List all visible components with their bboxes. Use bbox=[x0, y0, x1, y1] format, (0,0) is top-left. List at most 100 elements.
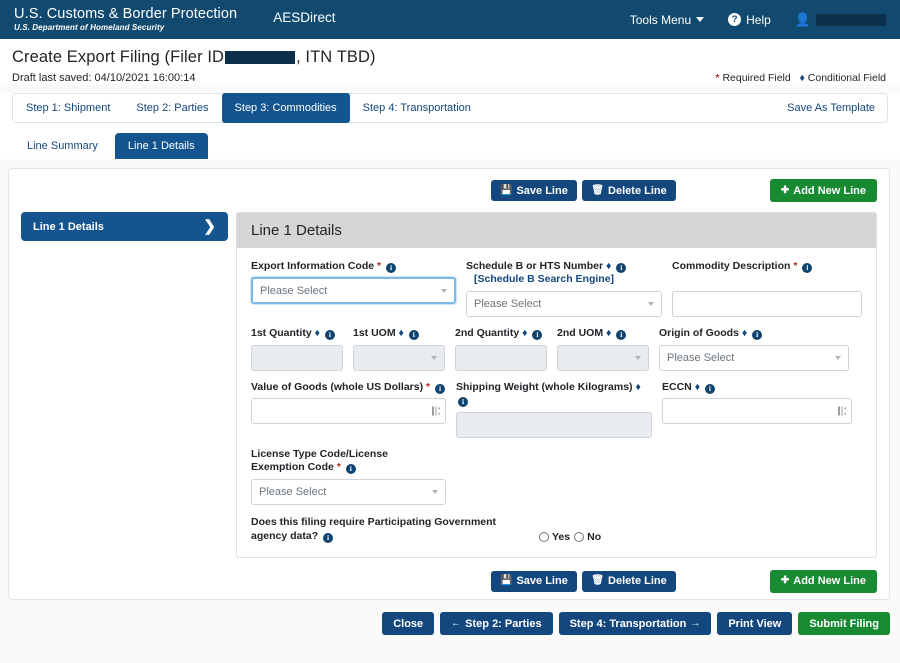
first-uom-label-text: 1st UOM bbox=[353, 327, 396, 339]
close-label: Close bbox=[393, 618, 423, 630]
pga-question-label: Does this filing require Participating G… bbox=[251, 515, 531, 543]
second-quantity-field[interactable] bbox=[455, 345, 547, 371]
line-nav-sidebar: Line 1 Details ❯ bbox=[21, 212, 236, 558]
origin-of-goods-label: Origin of Goods ♦ i bbox=[659, 327, 849, 340]
add-new-line-button-bottom[interactable]: ✚ Add New Line bbox=[770, 570, 877, 593]
tab-step-4-transportation[interactable]: Step 4: Transportation bbox=[350, 94, 484, 122]
value-of-goods-input[interactable] bbox=[259, 405, 438, 417]
subtab-line-summary[interactable]: Line Summary bbox=[14, 133, 111, 159]
eccn-input[interactable] bbox=[670, 405, 844, 417]
print-view-label: Print View bbox=[728, 618, 781, 630]
step-tabbar-wrap: Step 1: Shipment Step 2: Parties Step 3:… bbox=[0, 93, 900, 123]
license-type-code-select[interactable]: Please Select bbox=[251, 479, 446, 505]
second-uom-marker: ♦ bbox=[606, 327, 611, 339]
delete-line-button-bottom[interactable]: 🗑 Delete Line bbox=[582, 571, 675, 592]
user-account-button[interactable]: 👤 bbox=[795, 12, 886, 28]
info-icon[interactable]: i bbox=[409, 330, 419, 340]
field-legend: * Required Field ♦ Conditional Field bbox=[715, 72, 886, 84]
commodity-description-label-text: Commodity Description bbox=[672, 260, 790, 272]
eccn-label: ECCN ♦ i bbox=[662, 381, 852, 394]
value-of-goods-field[interactable] bbox=[251, 398, 446, 424]
save-line-button-top[interactable]: 💾 Save Line bbox=[491, 180, 577, 201]
line-actions-bottom: 💾 Save Line 🗑 Delete Line ✚ Add New Line bbox=[21, 570, 877, 593]
number-spinner-icon[interactable] bbox=[838, 406, 847, 417]
commodity-description-field[interactable] bbox=[672, 291, 862, 317]
origin-of-goods-select[interactable]: Please Select bbox=[659, 345, 849, 371]
schedule-b-label: Schedule B or HTS Number ♦ i [Schedule B… bbox=[466, 260, 662, 287]
tab-step-1-shipment[interactable]: Step 1: Shipment bbox=[13, 94, 123, 122]
page-title-suffix: , ITN TBD) bbox=[296, 48, 376, 66]
second-uom-label: 2nd UOM ♦ i bbox=[557, 327, 649, 340]
export-information-code-value: Please Select bbox=[260, 285, 327, 297]
eccn-field[interactable] bbox=[662, 398, 852, 424]
form-row-pga: Does this filing require Participating G… bbox=[251, 515, 862, 543]
radio-circle-icon bbox=[539, 532, 549, 542]
value-of-goods-label-text: Value of Goods (whole US Dollars) bbox=[251, 381, 423, 393]
info-icon[interactable]: i bbox=[458, 397, 468, 407]
commodity-line-card: 💾 Save Line 🗑 Delete Line ✚ Add New Line… bbox=[8, 168, 890, 600]
info-icon[interactable]: i bbox=[752, 330, 762, 340]
license-type-code-value: Please Select bbox=[259, 486, 326, 498]
chevron-down-icon bbox=[648, 302, 654, 306]
submit-filing-button[interactable]: Submit Filing bbox=[798, 612, 890, 635]
schedule-b-search-engine-link[interactable]: [Schedule B Search Engine] bbox=[466, 273, 662, 286]
chevron-down-icon bbox=[441, 289, 447, 293]
sidebar-item-line-1-details[interactable]: Line 1 Details ❯ bbox=[21, 212, 228, 241]
info-icon[interactable]: i bbox=[386, 263, 396, 273]
add-new-line-button-top[interactable]: ✚ Add New Line bbox=[770, 179, 877, 202]
question-mark-icon: ? bbox=[728, 13, 741, 26]
number-spinner-icon[interactable] bbox=[432, 406, 441, 417]
conditional-field-marker: ♦ bbox=[800, 72, 805, 84]
application-name: AESDirect bbox=[273, 10, 335, 25]
pga-radio-yes[interactable]: Yes bbox=[539, 531, 570, 543]
first-quantity-marker: ♦ bbox=[315, 327, 320, 339]
panel-form: Export Information Code * i Please Selec… bbox=[237, 248, 876, 557]
tools-menu-button[interactable]: Tools Menu bbox=[630, 13, 704, 27]
save-line-label-top: Save Line bbox=[516, 185, 567, 197]
info-icon[interactable]: i bbox=[346, 464, 356, 474]
form-row-1: Export Information Code * i Please Selec… bbox=[251, 260, 862, 317]
info-icon[interactable]: i bbox=[616, 263, 626, 273]
second-uom-select[interactable] bbox=[557, 345, 649, 371]
plus-icon: ✚ bbox=[781, 576, 789, 586]
help-button[interactable]: ? Help bbox=[728, 13, 771, 27]
commodity-subtabs: Line Summary Line 1 Details bbox=[0, 123, 900, 159]
field-first-uom: 1st UOM ♦ i bbox=[353, 327, 445, 370]
draft-saved-timestamp: Draft last saved: 04/10/2021 16:00:14 bbox=[12, 72, 195, 84]
shipping-weight-field[interactable] bbox=[456, 412, 652, 438]
panel-title: Line 1 Details bbox=[237, 213, 876, 248]
export-information-code-select[interactable]: Please Select bbox=[251, 277, 456, 304]
form-row-2: 1st Quantity ♦ i 1st UOM ♦ i bbox=[251, 327, 862, 370]
info-icon[interactable]: i bbox=[802, 263, 812, 273]
chevron-down-icon bbox=[696, 17, 704, 22]
export-information-code-label: Export Information Code * i bbox=[251, 260, 456, 273]
delete-line-button-top[interactable]: 🗑 Delete Line bbox=[582, 180, 675, 201]
first-quantity-field[interactable] bbox=[251, 345, 343, 371]
page-subheader-row: Draft last saved: 04/10/2021 16:00:14 * … bbox=[12, 72, 886, 84]
save-line-button-bottom[interactable]: 💾 Save Line bbox=[491, 571, 577, 592]
previous-step-button[interactable]: ← Step 2: Parties bbox=[440, 612, 552, 635]
next-step-button[interactable]: Step 4: Transportation → bbox=[559, 612, 712, 635]
info-icon[interactable]: i bbox=[325, 330, 335, 340]
sidebar-item-label: Line 1 Details bbox=[33, 221, 104, 233]
license-type-code-label-text: License Type Code/License Exemption Code bbox=[251, 448, 388, 473]
print-view-button[interactable]: Print View bbox=[717, 612, 792, 635]
info-icon[interactable]: i bbox=[532, 330, 542, 340]
tab-step-2-parties[interactable]: Step 2: Parties bbox=[123, 94, 221, 122]
info-icon[interactable]: i bbox=[705, 384, 715, 394]
info-icon[interactable]: i bbox=[435, 384, 445, 394]
subtab-line-1-details[interactable]: Line 1 Details bbox=[115, 133, 208, 159]
commodity-description-input[interactable] bbox=[680, 298, 854, 310]
tab-step-3-commodities[interactable]: Step 3: Commodities bbox=[222, 93, 350, 123]
save-as-template-link[interactable]: Save As Template bbox=[775, 94, 887, 122]
info-icon[interactable]: i bbox=[616, 330, 626, 340]
first-uom-select[interactable] bbox=[353, 345, 445, 371]
schedule-b-select[interactable]: Please Select bbox=[466, 291, 662, 317]
value-of-goods-marker: * bbox=[426, 381, 430, 393]
line-details-panel-wrap: Line 1 Details Export Information Code *… bbox=[236, 212, 877, 558]
page-title-prefix: Create Export Filing (Filer ID bbox=[12, 48, 224, 66]
info-icon[interactable]: i bbox=[323, 533, 333, 543]
pga-radio-no[interactable]: No bbox=[574, 531, 601, 543]
close-button[interactable]: Close bbox=[382, 612, 434, 635]
arrow-right-icon: → bbox=[690, 619, 700, 629]
